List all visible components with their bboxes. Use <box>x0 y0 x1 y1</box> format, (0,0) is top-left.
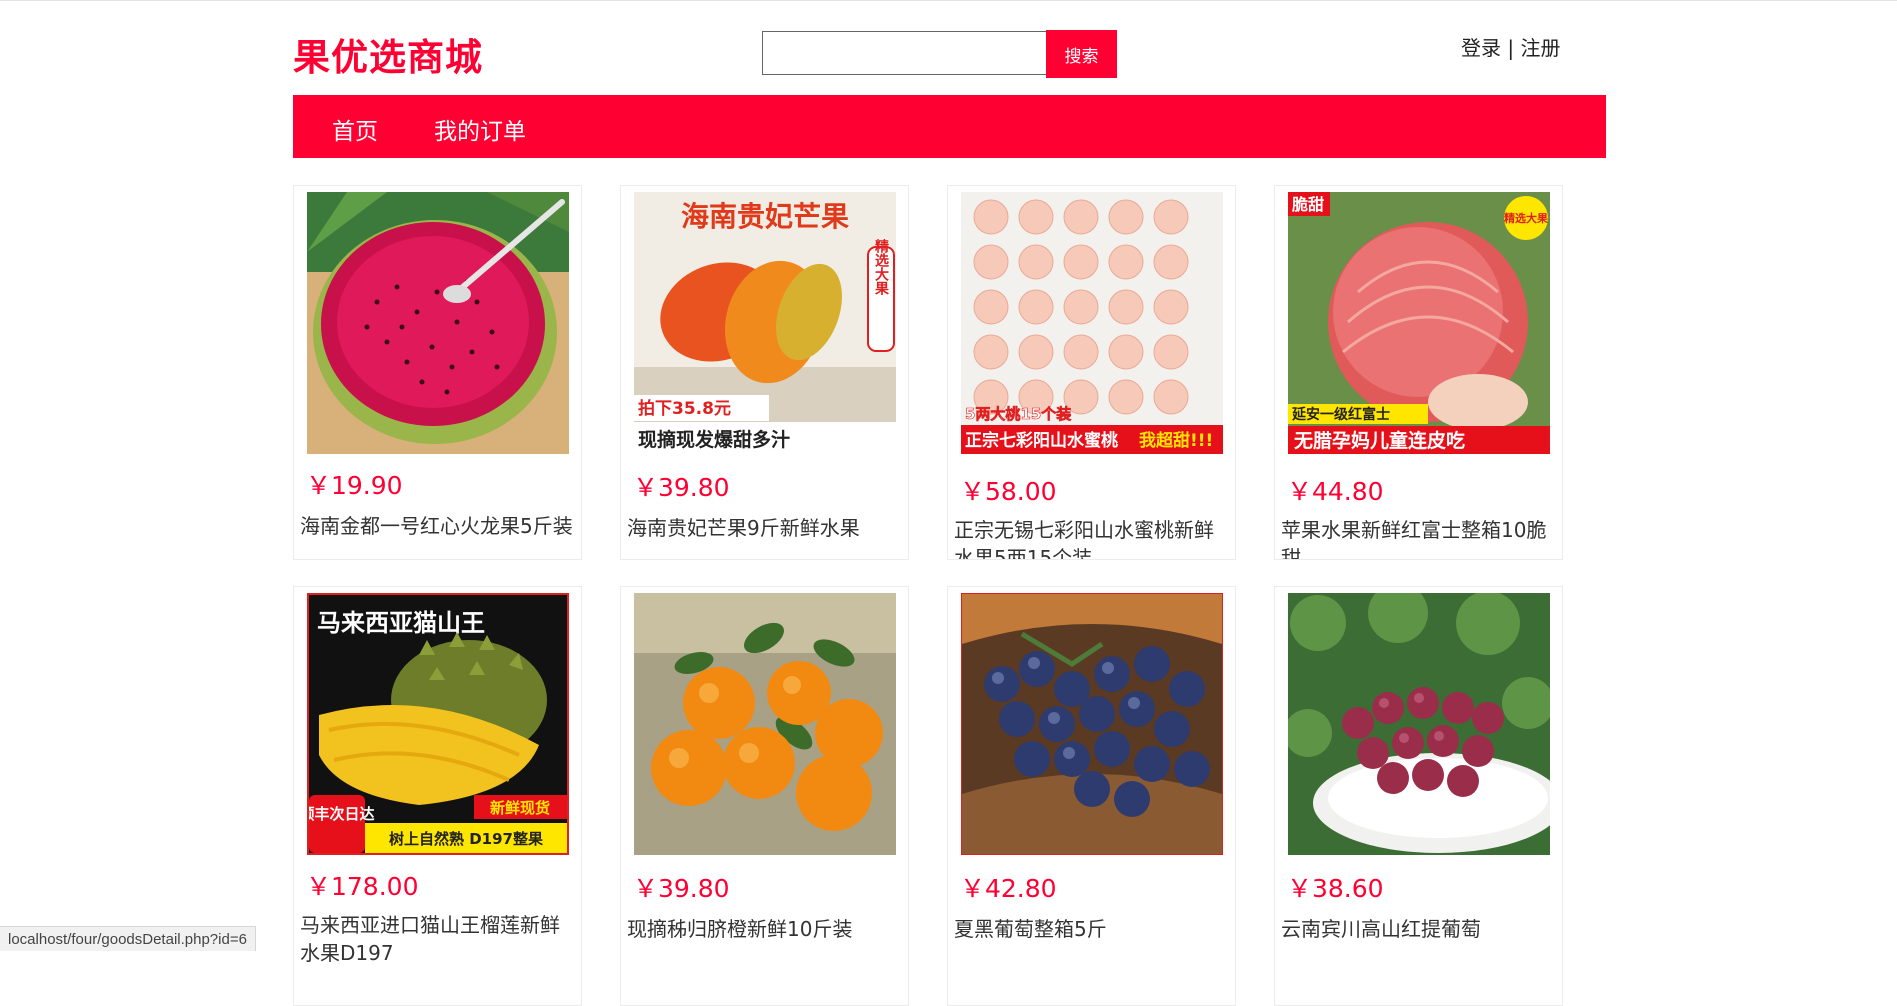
product-price: ￥19.90 <box>306 471 403 500</box>
overlay-text: 拍下35.8元 <box>638 398 731 419</box>
product-image[interactable]: 海南贵妃芒果 精选大果 拍下35.8元 现摘现发爆甜多汁 <box>634 192 896 454</box>
product-price: ￥38.60 <box>1287 874 1384 903</box>
product-title[interactable]: 云南宾川高山红提葡萄 <box>1281 915 1554 943</box>
overlay-text: 新鲜现货 <box>490 799 550 817</box>
product-card[interactable]: 马来西亚猫山王 顺丰次日达 新鲜现货 树上自然熟 D197整果 ￥178.00 … <box>293 586 582 1006</box>
product-image[interactable] <box>961 593 1223 855</box>
product-title[interactable]: 苹果水果新鲜红富士整箱10脆甜 <box>1281 516 1554 559</box>
auth-links: 登录 | 注册 <box>1461 32 1560 61</box>
product-title[interactable]: 海南金都一号红心火龙果5斤装 <box>300 512 573 540</box>
overlay-text: 现摘现发爆甜多汁 <box>638 428 790 451</box>
product-price: ￥58.00 <box>960 477 1057 506</box>
nav-my-orders[interactable]: 我的订单 <box>434 112 526 146</box>
search-button[interactable]: 搜索 <box>1046 30 1117 78</box>
product-image[interactable]: 脆甜 精选大果 延安一级红富士 无腊孕妈儿童连皮吃 <box>1288 192 1550 454</box>
product-image[interactable] <box>634 593 896 855</box>
search-input[interactable] <box>762 31 1046 75</box>
nav-home[interactable]: 首页 <box>332 112 378 146</box>
product-price: ￥39.80 <box>633 874 730 903</box>
site-logo[interactable]: 果优选商城 <box>293 27 483 81</box>
login-link[interactable]: 登录 <box>1461 36 1501 60</box>
product-card[interactable]: ￥19.90 海南金都一号红心火龙果5斤装 <box>293 185 582 560</box>
product-price: ￥42.80 <box>960 874 1057 903</box>
product-image[interactable] <box>1288 593 1550 855</box>
browser-status-bar: localhost/four/goodsDetail.php?id=6 <box>0 926 256 951</box>
overlay-text: 5两大桃15个装 <box>965 405 1072 423</box>
top-border <box>0 0 1897 1</box>
product-image[interactable]: 马来西亚猫山王 顺丰次日达 新鲜现货 树上自然熟 D197整果 <box>307 593 569 855</box>
product-price: ￥39.80 <box>633 473 730 502</box>
product-card[interactable]: 5两大桃15个装 正宗七彩阳山水蜜桃 我超甜!!! ￥58.00 正宗无锡七彩阳… <box>947 185 1236 560</box>
product-card[interactable]: ￥38.60 云南宾川高山红提葡萄 <box>1274 586 1563 1006</box>
product-title[interactable]: 正宗无锡七彩阳山水蜜桃新鲜水果5两15个装 <box>954 516 1227 559</box>
overlay-text: 无腊孕妈儿童连皮吃 <box>1294 429 1465 452</box>
product-title[interactable]: 海南贵妃芒果9斤新鲜水果 <box>627 514 900 542</box>
product-card[interactable]: 脆甜 精选大果 延安一级红富士 无腊孕妈儿童连皮吃 ￥44.80 苹果水果新鲜红… <box>1274 185 1563 560</box>
overlay-text: 顺丰次日达 <box>309 805 375 823</box>
product-price: ￥44.80 <box>1287 477 1384 506</box>
overlay-text: 海南贵妃芒果 <box>681 200 849 233</box>
product-card[interactable]: ￥42.80 夏黑葡萄整箱5斤 <box>947 586 1236 1006</box>
register-link[interactable]: 注册 <box>1520 36 1560 60</box>
product-image[interactable] <box>307 192 569 454</box>
product-title[interactable]: 现摘秭归脐橙新鲜10斤装 <box>627 915 900 943</box>
overlay-text: 脆甜 <box>1292 195 1324 214</box>
product-card[interactable]: 海南贵妃芒果 精选大果 拍下35.8元 现摘现发爆甜多汁 ￥39.80 海南贵妃… <box>620 185 909 560</box>
auth-separator: | <box>1501 36 1521 60</box>
overlay-text: 延安一级红富士 <box>1291 406 1390 423</box>
overlay-text: 马来西亚猫山王 <box>317 609 485 637</box>
main-nav: 首页 我的订单 <box>293 95 1606 158</box>
product-card[interactable]: ￥39.80 现摘秭归脐橙新鲜10斤装 <box>620 586 909 1006</box>
product-title[interactable]: 马来西亚进口猫山王榴莲新鲜水果D197 <box>300 911 573 967</box>
overlay-text: 树上自然熟 D197整果 <box>389 830 544 848</box>
overlay-text: 我超甜!!! <box>1139 430 1213 451</box>
overlay-text: 精选大果 <box>1504 211 1548 225</box>
product-title[interactable]: 夏黑葡萄整箱5斤 <box>954 915 1227 943</box>
overlay-text: 精选大果 <box>873 238 890 296</box>
product-price: ￥178.00 <box>306 872 419 901</box>
product-image[interactable]: 5两大桃15个装 正宗七彩阳山水蜜桃 我超甜!!! <box>961 192 1223 454</box>
overlay-text: 正宗七彩阳山水蜜桃 <box>965 430 1118 451</box>
